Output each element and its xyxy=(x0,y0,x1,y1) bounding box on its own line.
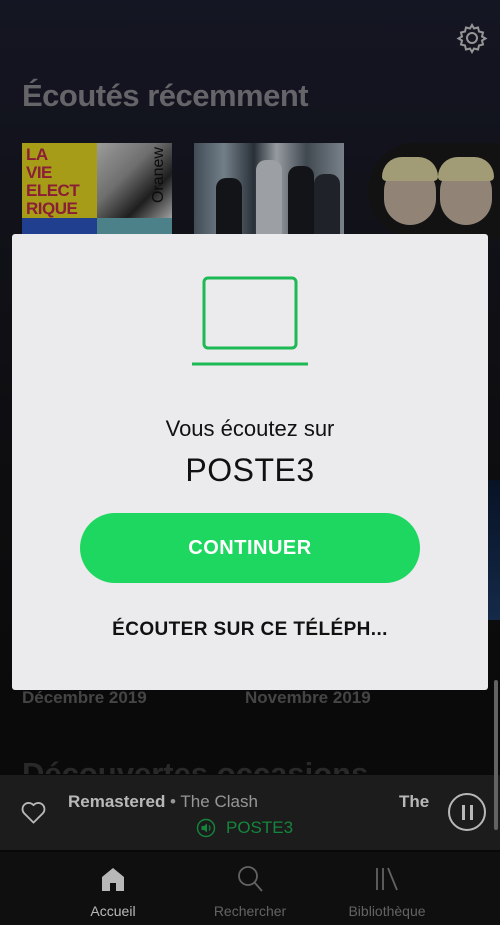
dialog-subtitle: Vous écoutez sur xyxy=(165,416,335,441)
continue-button[interactable]: CONTINUER xyxy=(80,513,420,583)
listen-on-this-phone-button[interactable]: ÉCOUTER SUR CE TÉLÉPH... xyxy=(32,619,468,641)
laptop-icon xyxy=(192,276,308,366)
dialog-device-name: POSTE3 xyxy=(185,452,315,488)
device-dialog: Vous écoutez sur POSTE3 CONTINUER ÉCOUTE… xyxy=(12,234,488,690)
